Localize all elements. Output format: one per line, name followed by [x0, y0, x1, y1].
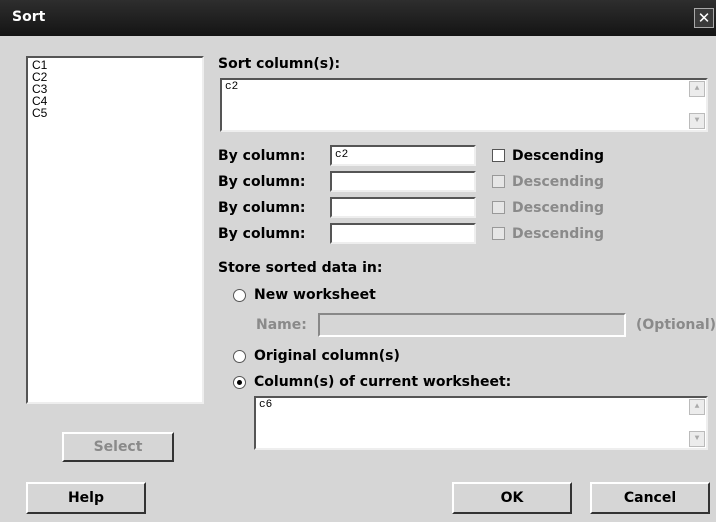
list-item[interactable]: C5: [32, 107, 198, 119]
sort-columns-value: c2: [225, 81, 239, 93]
new-worksheet-radio[interactable]: [233, 289, 246, 302]
current-worksheet-field[interactable]: c6 ▲ ▼: [254, 396, 708, 450]
by-column-value: c2: [335, 149, 349, 161]
close-button[interactable]: ✕: [694, 8, 714, 28]
select-button[interactable]: Select: [62, 432, 174, 462]
list-item[interactable]: C3: [32, 83, 198, 95]
ok-button[interactable]: OK: [452, 482, 572, 514]
scroll-up-icon[interactable]: ▲: [689, 399, 705, 415]
by-column-label: By column:: [218, 200, 306, 216]
descending-checkbox-3: [492, 201, 505, 214]
descending-label: Descending: [512, 226, 605, 242]
window-title: Sort: [12, 9, 46, 25]
by-column-label: By column:: [218, 148, 306, 164]
name-input: [318, 313, 626, 337]
by-column-input-2[interactable]: [330, 171, 476, 192]
descending-label: Descending: [512, 148, 605, 164]
descending-label: Descending: [512, 200, 605, 216]
original-columns-radio[interactable]: [233, 350, 246, 363]
cancel-button[interactable]: Cancel: [590, 482, 710, 514]
sort-columns-field[interactable]: c2 ▲ ▼: [220, 78, 708, 132]
descending-checkbox-2: [492, 175, 505, 188]
current-worksheet-value: c6: [259, 399, 273, 411]
descending-checkbox-4: [492, 227, 505, 240]
list-item[interactable]: C4: [32, 95, 198, 107]
by-column-label: By column:: [218, 174, 306, 190]
original-columns-label: Original column(s): [254, 348, 400, 364]
current-worksheet-scrollbar[interactable]: ▲ ▼: [689, 399, 705, 447]
optional-label: (Optional): [636, 317, 716, 333]
new-worksheet-label: New worksheet: [254, 287, 376, 303]
help-button[interactable]: Help: [26, 482, 146, 514]
store-sorted-label: Store sorted data in:: [218, 260, 383, 276]
list-item[interactable]: C1: [32, 59, 198, 71]
scroll-down-icon[interactable]: ▼: [689, 431, 705, 447]
by-column-label: By column:: [218, 226, 306, 242]
list-item[interactable]: C2: [32, 71, 198, 83]
descending-label: Descending: [512, 174, 605, 190]
scroll-up-icon[interactable]: ▲: [689, 81, 705, 97]
by-column-input-1[interactable]: c2: [330, 145, 476, 166]
current-worksheet-label: Column(s) of current worksheet:: [254, 374, 512, 390]
by-column-input-3[interactable]: [330, 197, 476, 218]
title-bar: Sort ✕: [0, 0, 716, 36]
name-label: Name:: [256, 317, 307, 333]
sort-columns-label: Sort column(s):: [218, 56, 341, 72]
descending-checkbox-1[interactable]: [492, 149, 505, 162]
by-column-input-4[interactable]: [330, 223, 476, 244]
current-worksheet-radio[interactable]: [233, 376, 246, 389]
sort-columns-scrollbar[interactable]: ▲ ▼: [689, 81, 705, 129]
close-icon: ✕: [697, 9, 711, 27]
scroll-down-icon[interactable]: ▼: [689, 113, 705, 129]
columns-listbox[interactable]: C1 C2 C3 C4 C5: [26, 56, 204, 404]
